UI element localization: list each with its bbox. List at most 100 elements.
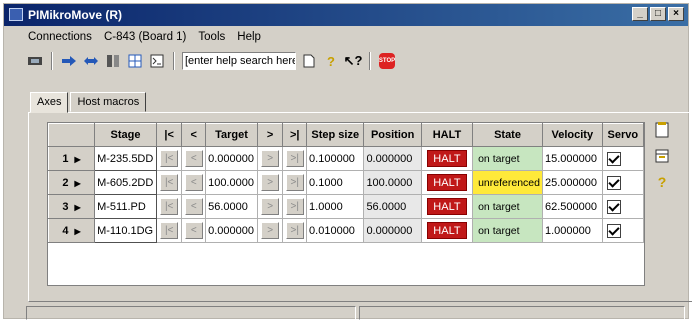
velocity-cell[interactable]: 15.000000 <box>541 146 603 171</box>
help-icon[interactable]: ? <box>322 52 340 70</box>
step-size-cell[interactable]: 0.100000 <box>306 146 365 171</box>
empty-cell <box>48 266 96 285</box>
column-header-servo[interactable]: Servo <box>601 123 644 147</box>
menu-connections[interactable]: Connections <box>28 31 92 43</box>
tab-host-macros[interactable]: Host macros <box>70 92 147 112</box>
move-prev-button[interactable]: < <box>184 222 203 239</box>
stage-cell[interactable]: M-511.PD <box>94 194 157 219</box>
step-size-cell[interactable]: 1.0000 <box>306 194 365 219</box>
stage-cell[interactable]: M-235.5DD <box>94 146 157 171</box>
move-prev-button[interactable]: < <box>184 150 203 167</box>
move-next-button[interactable]: > <box>261 174 280 191</box>
app-icon <box>9 8 23 21</box>
help-icon[interactable]: ? <box>654 174 670 190</box>
window-controls: _ □ × <box>632 7 684 21</box>
move-next-button[interactable]: > <box>261 198 280 215</box>
row-number[interactable]: 1 ▶ <box>48 146 96 171</box>
servo-checkbox[interactable] <box>606 223 621 238</box>
notepad-icon[interactable] <box>654 122 670 138</box>
move-next-button[interactable]: > <box>261 150 280 167</box>
row-number-label: 3 <box>62 200 69 213</box>
step-size-cell[interactable]: 0.1000 <box>306 170 365 195</box>
move-last-button[interactable]: >| <box>285 222 304 239</box>
velocity-cell[interactable]: 1.000000 <box>541 218 603 243</box>
position-cell: 0.000000 <box>363 218 422 243</box>
column-header-step-size[interactable]: Step size <box>306 123 365 147</box>
column-header-state[interactable]: State <box>472 123 543 147</box>
empty-cell <box>206 243 258 267</box>
empty-cell <box>473 267 543 286</box>
column-header-position[interactable]: Position <box>363 123 422 147</box>
velocity-cell[interactable]: 25.000000 <box>541 170 603 195</box>
stage-cell[interactable]: M-605.2DD <box>94 170 157 195</box>
step-size-cell[interactable]: 0.010000 <box>306 218 365 243</box>
servo-checkbox[interactable] <box>606 151 621 166</box>
stage-cell[interactable]: M-110.1DG <box>94 218 157 243</box>
column-header-velocity[interactable]: Velocity <box>541 123 603 147</box>
column-header-halt[interactable]: HALT <box>420 123 474 147</box>
menu-tools[interactable]: Tools <box>198 31 225 43</box>
arrow-right-icon[interactable] <box>60 52 78 70</box>
window-icon[interactable] <box>654 148 670 164</box>
move-prev-button[interactable]: < <box>184 174 203 191</box>
table-header-row: Stage |< < Target > >| Step size Positio… <box>48 123 644 147</box>
menu-board[interactable]: C-843 (Board 1) <box>104 31 186 43</box>
halt-button[interactable]: HALT <box>426 222 467 239</box>
target-cell[interactable]: 0.000000 <box>205 218 258 243</box>
halt-button[interactable]: HALT <box>426 150 467 167</box>
column-header-next: > <box>256 123 284 147</box>
column-header-first: |< <box>155 123 183 147</box>
row-number-header <box>48 123 96 147</box>
move-first-button[interactable]: |< <box>160 222 179 239</box>
empty-cell <box>48 242 96 267</box>
move-last-button[interactable]: >| <box>285 174 304 191</box>
move-last-button[interactable]: >| <box>285 198 304 215</box>
row-number[interactable]: 3 ▶ <box>48 194 96 219</box>
move-prev-button[interactable]: < <box>184 198 203 215</box>
velocity-cell[interactable]: 62.500000 <box>541 194 603 219</box>
stop-icon[interactable]: STOP <box>378 52 396 70</box>
position-cell: 0.000000 <box>363 146 422 171</box>
servo-checkbox[interactable] <box>606 199 621 214</box>
close-button[interactable]: × <box>668 7 684 21</box>
target-cell[interactable]: 100.0000 <box>205 170 258 195</box>
toolbar-separator <box>369 52 371 70</box>
halt-button[interactable]: HALT <box>426 198 467 215</box>
servo-cell <box>601 170 644 195</box>
first-cell: |< <box>155 194 183 219</box>
app-window: PIMikroMove (R) _ □ × Connections C-843 … <box>3 3 692 320</box>
row-number[interactable]: 4 ▶ <box>48 218 96 243</box>
maximize-button[interactable]: □ <box>650 7 666 21</box>
column-header-target[interactable]: Target <box>205 123 258 147</box>
tab-axes[interactable]: Axes <box>30 92 69 113</box>
document-icon[interactable] <box>300 52 318 70</box>
target-cell[interactable]: 56.0000 <box>205 194 258 219</box>
panel-icon[interactable] <box>104 52 122 70</box>
minimize-button[interactable]: _ <box>632 7 648 21</box>
arrow-both-icon[interactable] <box>82 52 100 70</box>
grid-icon[interactable] <box>126 52 144 70</box>
move-last-button[interactable]: >| <box>285 150 304 167</box>
column-header-last: >| <box>282 123 308 147</box>
move-first-button[interactable]: |< <box>160 150 179 167</box>
move-first-button[interactable]: |< <box>160 174 179 191</box>
table-row: 4 ▶ M-110.1DG |< <0.000000 > >| 0.010000 0.00000… <box>48 218 644 243</box>
move-next-button[interactable]: > <box>261 222 280 239</box>
target-cell[interactable]: 0.000000 <box>205 146 258 171</box>
context-help-icon[interactable]: ↖? <box>344 52 363 70</box>
row-number[interactable]: 2 ▶ <box>48 170 96 195</box>
empty-cell <box>602 243 643 267</box>
halt-button[interactable]: HALT <box>426 174 467 191</box>
terminal-icon[interactable] <box>148 52 166 70</box>
connect-icon[interactable] <box>26 52 44 70</box>
menu-help[interactable]: Help <box>237 31 261 43</box>
column-header-stage[interactable]: Stage <box>94 123 157 147</box>
servo-checkbox[interactable] <box>606 175 621 190</box>
last-cell: >| <box>282 146 308 171</box>
empty-cell <box>421 267 472 286</box>
move-first-button[interactable]: |< <box>160 198 179 215</box>
axes-grid: Stage |< < Target > >| Step size Positio… <box>47 122 645 286</box>
title-bar[interactable]: PIMikroMove (R) _ □ × <box>4 4 688 26</box>
help-search-input[interactable]: [enter help search here] <box>182 52 296 70</box>
row-pointer-icon: ▶ <box>74 226 81 236</box>
